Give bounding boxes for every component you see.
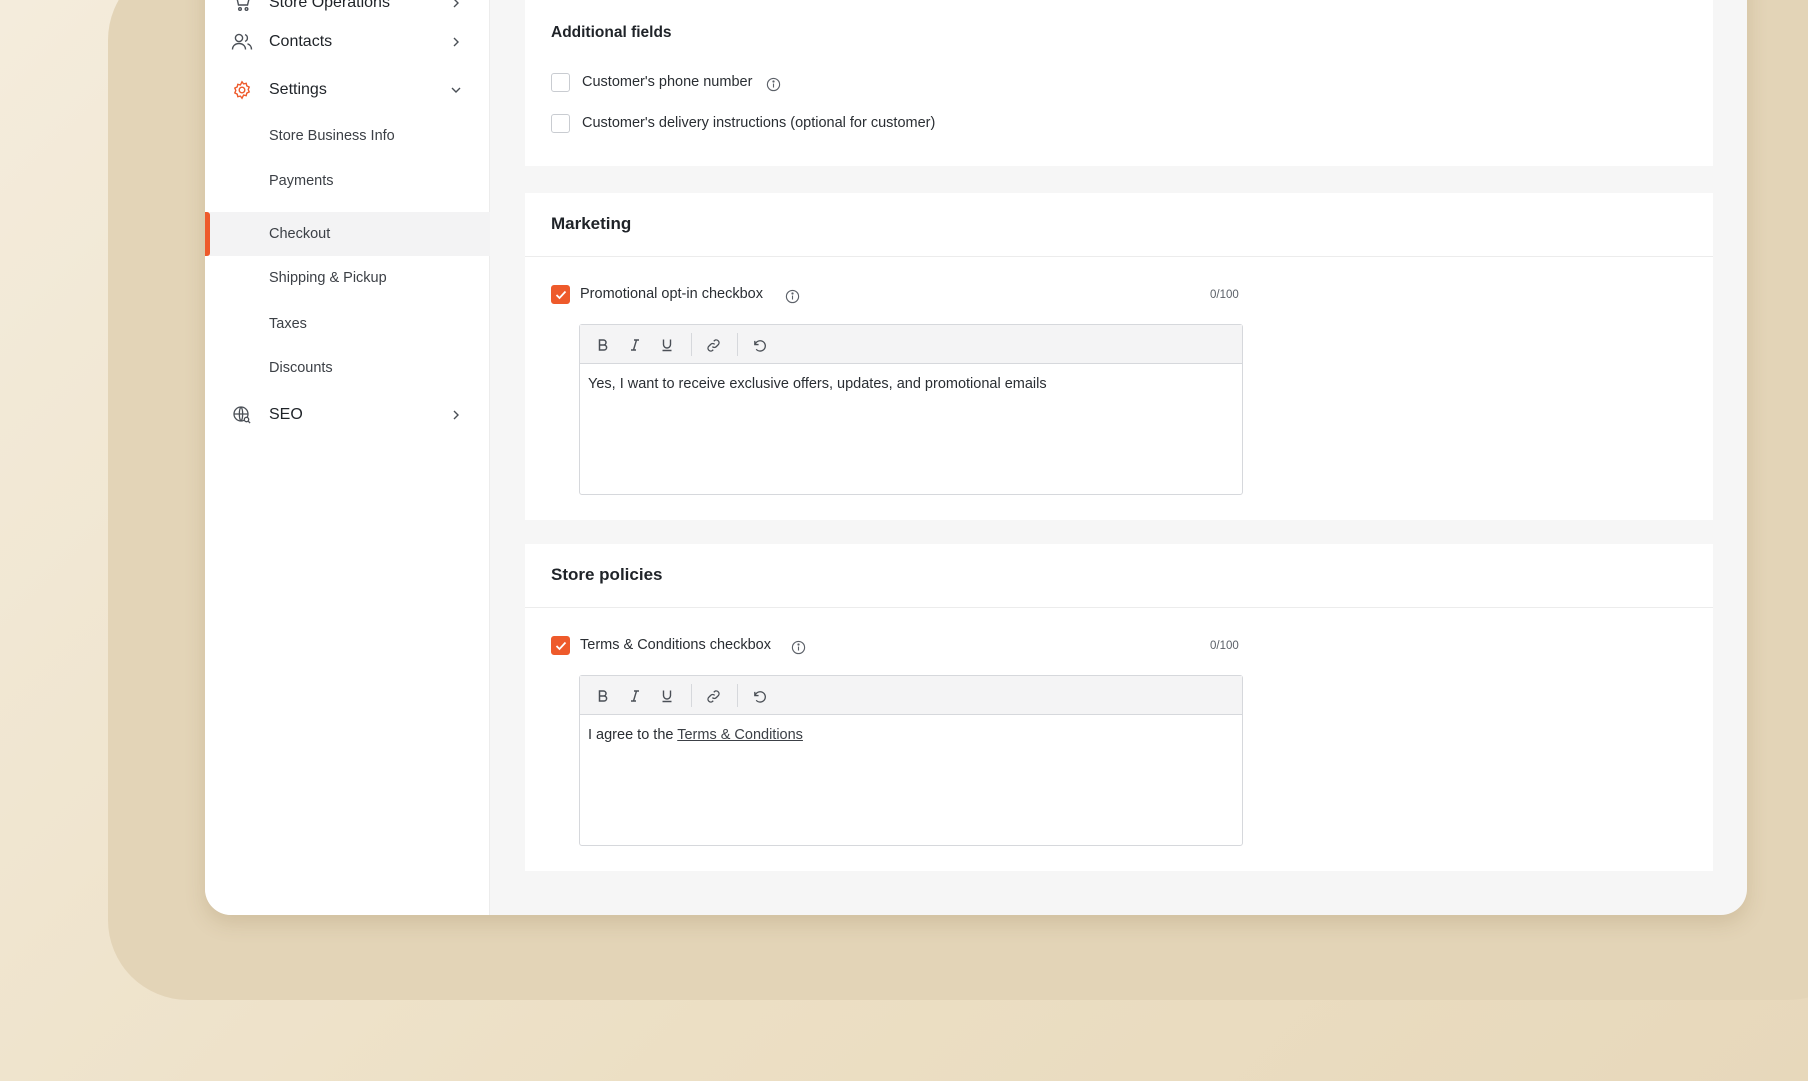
sidebar-item-seo[interactable]: SEO bbox=[205, 392, 490, 438]
underline-icon[interactable] bbox=[657, 335, 677, 355]
check-icon bbox=[555, 641, 566, 650]
sidebar-item-label: Contacts bbox=[269, 33, 333, 50]
sidebar-subitem-store-business-info[interactable]: Store Business Info bbox=[205, 114, 490, 158]
chevron-right-icon bbox=[449, 0, 463, 10]
character-counter: 0/100 bbox=[1210, 289, 1239, 301]
globe-search-icon bbox=[231, 404, 253, 426]
phone-number-checkbox[interactable] bbox=[551, 73, 570, 92]
section-title: Store policies bbox=[551, 565, 663, 584]
sidebar-subitem-discounts[interactable]: Discounts bbox=[205, 346, 490, 390]
sidebar-subitem-label: Checkout bbox=[269, 226, 331, 242]
info-icon[interactable] bbox=[790, 639, 806, 655]
gear-icon bbox=[231, 79, 253, 101]
sidebar: Store Operations Contacts Settings Store… bbox=[205, 0, 490, 915]
toolbar-separator bbox=[691, 684, 692, 707]
sidebar-subitem-label: Discounts bbox=[269, 360, 333, 376]
phone-number-label: Customer's phone number bbox=[582, 74, 753, 90]
sidebar-item-settings[interactable]: Settings bbox=[205, 67, 490, 113]
section-title: Additional fields bbox=[551, 24, 672, 41]
editor-toolbar bbox=[580, 676, 1242, 715]
sidebar-subitem-taxes[interactable]: Taxes bbox=[205, 302, 490, 346]
main-content: Additional fields Customer's phone numbe… bbox=[490, 0, 1747, 915]
toolbar-separator bbox=[737, 333, 738, 356]
editor-toolbar bbox=[580, 325, 1242, 364]
store-policies-card: Store policies Terms & Conditions checkb… bbox=[525, 544, 1713, 871]
toolbar-separator bbox=[737, 684, 738, 707]
sidebar-subitem-label: Store Business Info bbox=[269, 128, 395, 144]
terms-conditions-link[interactable]: Terms & Conditions bbox=[677, 727, 803, 743]
italic-icon[interactable] bbox=[625, 686, 645, 706]
link-icon[interactable] bbox=[703, 686, 723, 706]
promotional-optin-label: Promotional opt-in checkbox bbox=[580, 286, 763, 302]
sidebar-item-label: Store Operations bbox=[269, 0, 390, 11]
delivery-instructions-label: Customer's delivery instructions (option… bbox=[582, 115, 936, 131]
info-icon[interactable] bbox=[784, 288, 800, 304]
contacts-icon bbox=[231, 31, 253, 53]
sidebar-item-contacts[interactable]: Contacts bbox=[205, 19, 490, 65]
cart-icon bbox=[231, 0, 253, 14]
terms-text-editor[interactable]: I agree to the Terms & Conditions bbox=[579, 675, 1243, 846]
sidebar-subitem-checkout[interactable]: Checkout bbox=[205, 212, 490, 256]
character-counter: 0/100 bbox=[1210, 640, 1239, 652]
bold-icon[interactable] bbox=[593, 335, 613, 355]
section-title: Marketing bbox=[551, 214, 632, 233]
promotional-optin-checkbox[interactable] bbox=[551, 285, 570, 304]
chevron-right-icon bbox=[449, 408, 463, 422]
terms-conditions-label: Terms & Conditions checkbox bbox=[580, 637, 771, 653]
sidebar-item-label: Settings bbox=[269, 81, 327, 98]
section-divider bbox=[525, 607, 1713, 608]
undo-icon[interactable] bbox=[749, 686, 769, 706]
chevron-down-icon bbox=[449, 83, 463, 97]
optin-text-editor[interactable]: Yes, I want to receive exclusive offers,… bbox=[579, 324, 1243, 495]
italic-icon[interactable] bbox=[625, 335, 645, 355]
link-icon[interactable] bbox=[703, 335, 723, 355]
background-frame: Store Operations Contacts Settings Store… bbox=[0, 0, 1808, 1081]
app-window: Store Operations Contacts Settings Store… bbox=[205, 0, 1747, 915]
chevron-right-icon bbox=[449, 35, 463, 49]
editor-prefix-text: I agree to the bbox=[588, 727, 678, 743]
section-divider bbox=[525, 256, 1713, 257]
delivery-instructions-checkbox[interactable] bbox=[551, 114, 570, 133]
sidebar-subitem-label: Taxes bbox=[269, 316, 307, 332]
marketing-card: Marketing Promotional opt-in checkbox 0/… bbox=[525, 193, 1713, 520]
toolbar-separator bbox=[691, 333, 692, 356]
editor-content: Yes, I want to receive exclusive offers,… bbox=[588, 376, 1047, 392]
undo-icon[interactable] bbox=[749, 335, 769, 355]
sidebar-subitem-label: Shipping & Pickup bbox=[269, 270, 387, 286]
terms-conditions-checkbox[interactable] bbox=[551, 636, 570, 655]
check-icon bbox=[555, 290, 566, 299]
sidebar-subitem-label: Payments bbox=[269, 173, 334, 189]
additional-fields-card: Additional fields Customer's phone numbe… bbox=[525, 0, 1713, 166]
underline-icon[interactable] bbox=[657, 686, 677, 706]
sidebar-subitem-shipping-pickup[interactable]: Shipping & Pickup bbox=[205, 256, 490, 300]
sidebar-item-label: SEO bbox=[269, 406, 303, 423]
info-icon[interactable] bbox=[765, 76, 781, 92]
editor-content: I agree to the Terms & Conditions bbox=[588, 727, 803, 743]
sidebar-subitem-payments[interactable]: Payments bbox=[205, 159, 490, 203]
bold-icon[interactable] bbox=[593, 686, 613, 706]
